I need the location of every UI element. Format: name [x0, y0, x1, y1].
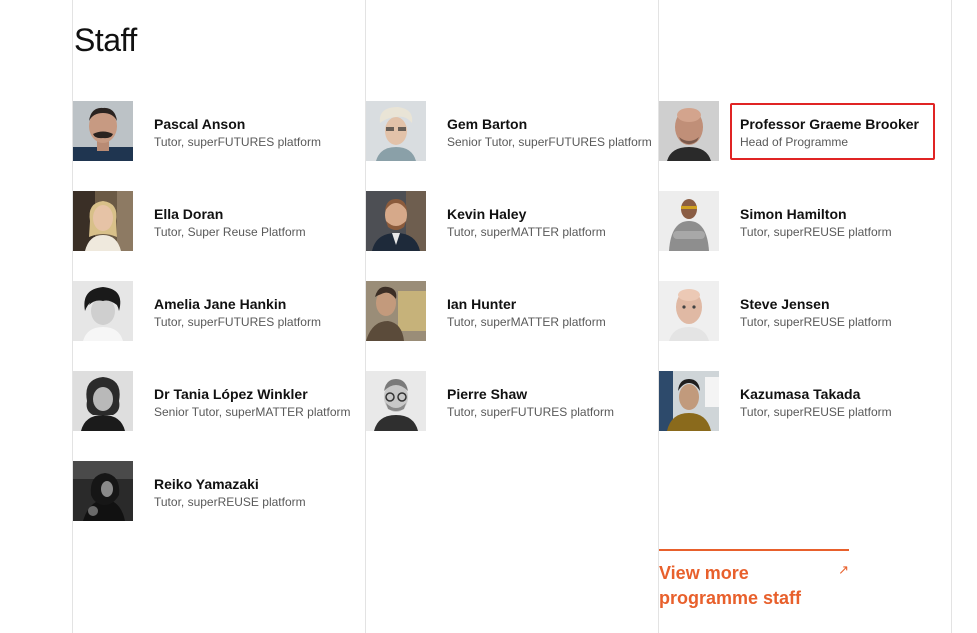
staff-card-pascal-anson[interactable]: Pascal Anson Tutor, superFUTURES platfor…: [73, 101, 363, 161]
staff-name[interactable]: Ella Doran: [154, 205, 223, 223]
staff-card-kazumasa-takada[interactable]: Kazumasa Takada Tutor, superREUSE platfo…: [659, 371, 949, 431]
person-photo[interactable]: [73, 191, 133, 251]
staff-role: Tutor, superREUSE platform: [740, 225, 892, 239]
person-photo[interactable]: [366, 281, 426, 341]
staff-name[interactable]: Simon Hamilton: [740, 205, 847, 223]
arrow-up-right-icon: ↗: [838, 562, 849, 577]
staff-card-kevin-haley[interactable]: Kevin Haley Tutor, superMATTER platform: [366, 191, 656, 251]
staff-name[interactable]: Pascal Anson: [154, 115, 245, 133]
staff-name[interactable]: Reiko Yamazaki: [154, 475, 259, 493]
staff-card-pierre-shaw[interactable]: Pierre Shaw Tutor, superFUTURES platform: [366, 371, 656, 431]
person-photo[interactable]: [73, 101, 133, 161]
staff-role: Senior Tutor, superFUTURES platform: [447, 135, 652, 149]
staff-card-gem-barton[interactable]: Gem Barton Senior Tutor, superFUTURES pl…: [366, 101, 656, 161]
view-more-staff-link[interactable]: View more programme staff ↗: [659, 549, 849, 611]
staff-role: Tutor, Super Reuse Platform: [154, 225, 306, 239]
staff-role: Tutor, superFUTURES platform: [154, 135, 321, 149]
staff-name[interactable]: Kazumasa Takada: [740, 385, 860, 403]
person-photo[interactable]: [366, 191, 426, 251]
staff-card-tania-lopez-winkler[interactable]: Dr Tania López Winkler Senior Tutor, sup…: [73, 371, 363, 431]
view-more-label: View more programme staff: [659, 563, 802, 608]
person-photo[interactable]: [659, 101, 719, 161]
page-title: Staff: [74, 22, 137, 58]
staff-role: Tutor, superREUSE platform: [154, 495, 306, 509]
person-photo[interactable]: [659, 281, 719, 341]
staff-role: Tutor, superFUTURES platform: [447, 405, 614, 419]
staff-role: Tutor, superMATTER platform: [447, 315, 606, 329]
person-photo[interactable]: [659, 191, 719, 251]
column-divider: [951, 0, 952, 633]
staff-name[interactable]: Dr Tania López Winkler: [154, 385, 308, 403]
staff-card-ella-doran[interactable]: Ella Doran Tutor, Super Reuse Platform: [73, 191, 363, 251]
staff-card-simon-hamilton[interactable]: Simon Hamilton Tutor, superREUSE platfor…: [659, 191, 949, 251]
staff-name[interactable]: Kevin Haley: [447, 205, 526, 223]
staff-name[interactable]: Gem Barton: [447, 115, 527, 133]
staff-role: Tutor, superREUSE platform: [740, 315, 892, 329]
staff-role: Tutor, superFUTURES platform: [154, 315, 321, 329]
staff-name[interactable]: Steve Jensen: [740, 295, 830, 313]
person-photo[interactable]: [366, 371, 426, 431]
person-photo[interactable]: [73, 371, 133, 431]
staff-role: Tutor, superREUSE platform: [740, 405, 892, 419]
person-photo[interactable]: [73, 281, 133, 341]
staff-name[interactable]: Pierre Shaw: [447, 385, 527, 403]
staff-role: Tutor, superMATTER platform: [447, 225, 606, 239]
selection-highlight: [730, 103, 935, 160]
staff-card-amelia-jane-hankin[interactable]: Amelia Jane Hankin Tutor, superFUTURES p…: [73, 281, 363, 341]
staff-role: Senior Tutor, superMATTER platform: [154, 405, 351, 419]
staff-name[interactable]: Ian Hunter: [447, 295, 516, 313]
staff-card-steve-jensen[interactable]: Steve Jensen Tutor, superREUSE platform: [659, 281, 949, 341]
staff-card-ian-hunter[interactable]: Ian Hunter Tutor, superMATTER platform: [366, 281, 656, 341]
staff-name[interactable]: Amelia Jane Hankin: [154, 295, 286, 313]
person-photo[interactable]: [366, 101, 426, 161]
person-photo[interactable]: [73, 461, 133, 521]
staff-card-reiko-yamazaki[interactable]: Reiko Yamazaki Tutor, superREUSE platfor…: [73, 461, 363, 521]
person-photo[interactable]: [659, 371, 719, 431]
